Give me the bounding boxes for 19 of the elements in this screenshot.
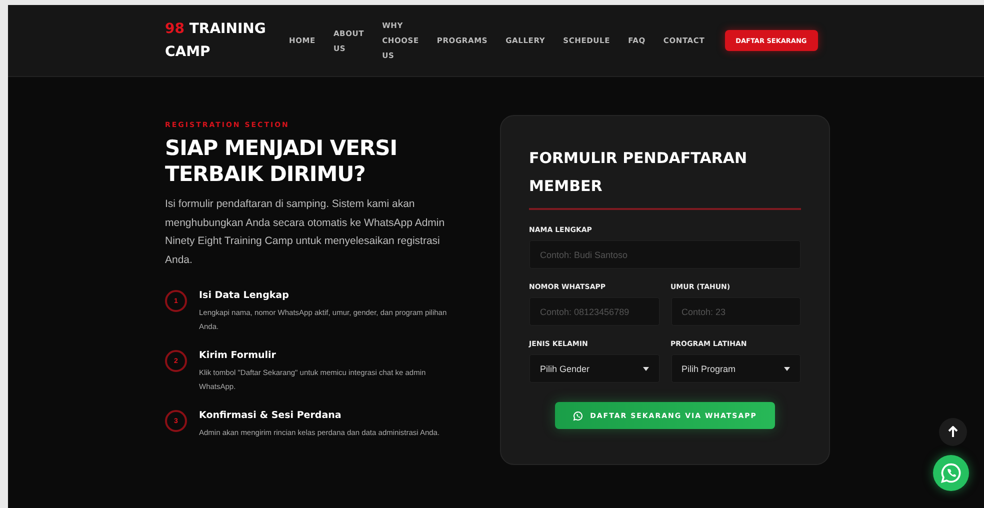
scroll-top-button[interactable] — [939, 418, 967, 446]
caret-icon — [642, 366, 648, 370]
chat-bubble-icon — [940, 462, 962, 484]
step-title: Kirim Formulir — [199, 349, 277, 363]
dropdown-field[interactable]: Pilih Program — [670, 354, 801, 383]
logo-text[interactable]: 98 TRAINING CAMP — [165, 18, 275, 64]
arrow-up-icon — [948, 426, 958, 438]
form-title: FORMULIR PENDAFTARAN MEMBER — [529, 144, 801, 210]
whatsapp-chat-button[interactable] — [933, 455, 969, 491]
input-field[interactable]: Contoh: Budi Santoso — [529, 240, 801, 269]
whatsapp-icon — [573, 410, 584, 420]
section-heading: SIAP MENJADI VERSI TERBAIK DIRIMU? — [165, 135, 398, 187]
step-title: Konfirmasi & Sesi Perdana — [199, 409, 342, 423]
input-field[interactable]: Contoh: 08123456789 — [529, 297, 660, 326]
dropdown-field[interactable]: Pilih Gender — [529, 354, 660, 383]
caret-icon — [784, 366, 790, 370]
intro-paragraph: Isi formulir pendaftaran di samping. Sistem kami akan menghubungkan Anda secara otomatis ke WhatsApp Admin Ninety Eight Training Camp untuk menyelesaikan registrasi Anda. — [165, 197, 446, 268]
step-title: Isi Data Lengkap — [199, 289, 290, 303]
input-field[interactable]: Contoh: 23 — [670, 297, 801, 326]
